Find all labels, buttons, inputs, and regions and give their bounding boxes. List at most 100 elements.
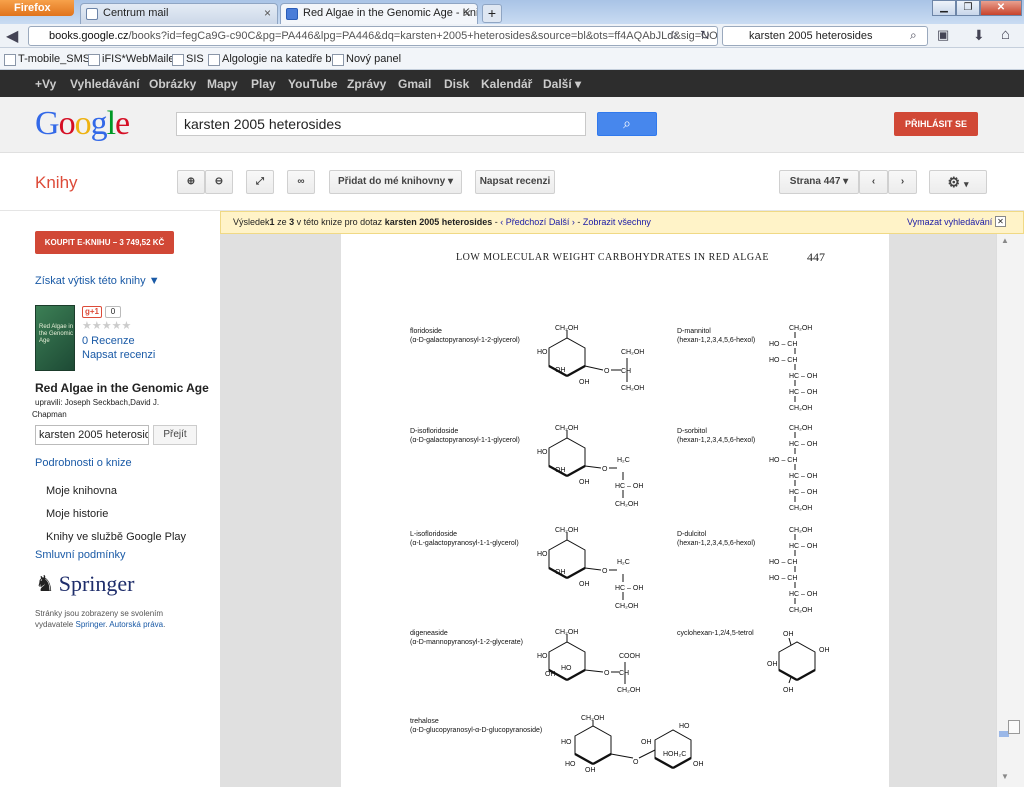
gbar-link[interactable]: Zprávy bbox=[347, 77, 386, 91]
my-library-link[interactable]: Moje knihovna bbox=[46, 485, 117, 497]
compound-label: D-sorbitol (hexan-1,2,3,4,5,6-hexol) bbox=[677, 427, 755, 445]
search-icon[interactable]: ⌕ bbox=[910, 28, 917, 43]
ch2oh-label: CH₂OH bbox=[621, 385, 644, 392]
add-to-library-button[interactable]: Přidat do mé knihovny ▾ bbox=[329, 170, 462, 194]
ch2oh-label: CH₂OH bbox=[555, 425, 578, 432]
close-window-icon[interactable]: ✕ bbox=[980, 0, 1022, 16]
gbar-link[interactable]: Vyhledávání bbox=[70, 77, 140, 91]
ch2oh-label: CH₂OH bbox=[555, 527, 578, 534]
oh-label: OH bbox=[783, 631, 794, 638]
fullscreen-icon[interactable]: ⤢ bbox=[246, 170, 274, 194]
google-search-button[interactable]: ⌕ bbox=[597, 112, 657, 136]
back-arrow-icon[interactable]: ◀ bbox=[6, 26, 18, 46]
prev-page-icon[interactable]: ‹ bbox=[859, 170, 888, 194]
my-history-link[interactable]: Moje historie bbox=[46, 508, 108, 520]
compound-formula: (α-D-mannopyranosyl-1-2-glycerate) bbox=[410, 639, 523, 646]
new-tab-button[interactable]: + bbox=[482, 4, 502, 23]
book-editors: upravili: Joseph Seckbach,David J. bbox=[35, 398, 160, 407]
scroll-up-icon[interactable]: ▲ bbox=[1001, 236, 1009, 245]
show-all-link[interactable]: Zobrazit všechny bbox=[583, 217, 651, 227]
cyclohexanetetrol-structure: OH OH OH OH bbox=[767, 631, 830, 694]
ho-label: HO bbox=[679, 723, 690, 730]
ch2oh-label: CH₂OH bbox=[789, 527, 812, 534]
tab-red-algae[interactable]: Red Algae in the Genomic Age - Knih... × bbox=[280, 3, 478, 24]
gbar-link[interactable]: +Vy bbox=[35, 77, 56, 91]
book-details-link[interactable]: Podrobnosti o knize bbox=[35, 457, 132, 469]
ch2oh-label: CH₂OH bbox=[617, 687, 640, 694]
minimize-icon[interactable]: ▁ bbox=[932, 0, 956, 16]
settings-button[interactable]: ⚙ ▾ bbox=[929, 170, 987, 194]
prev-result-link[interactable]: ‹ Předchozí bbox=[500, 217, 546, 227]
bookmark-item[interactable]: T-mobile_SMS bbox=[4, 53, 90, 66]
ho-label: HO bbox=[537, 449, 548, 456]
section-title[interactable]: Knihy bbox=[35, 173, 78, 193]
ho-label: HO bbox=[537, 551, 548, 558]
home-icon[interactable]: ⌂ bbox=[1001, 26, 1010, 43]
next-result-link[interactable]: Další › bbox=[549, 217, 575, 227]
go-button[interactable]: Přejít bbox=[153, 425, 197, 445]
gbar-link[interactable]: Další ▾ bbox=[543, 77, 581, 91]
in-book-search-input[interactable]: karsten 2005 heteroside bbox=[35, 425, 149, 445]
google-search-input[interactable]: karsten 2005 heterosides bbox=[176, 112, 586, 136]
scrollbar-thumb[interactable] bbox=[1008, 720, 1020, 734]
play-books-link[interactable]: Knihy ve službě Google Play bbox=[46, 531, 186, 543]
ch2oh-label: CH₂OH bbox=[555, 325, 578, 332]
publisher-logo[interactable]: ♞ Springer bbox=[35, 571, 135, 597]
zoom-out-icon[interactable]: ⊖ bbox=[205, 170, 233, 194]
bookmark-item[interactable]: SIS bbox=[172, 53, 204, 66]
bookmark-item[interactable]: Algologie na katedře b... bbox=[208, 53, 341, 66]
screen-icon[interactable]: ▣ bbox=[937, 27, 949, 43]
signin-button[interactable]: PŘIHLÁSIT SE bbox=[894, 112, 978, 136]
firefox-menu-button[interactable]: Firefox bbox=[0, 0, 74, 16]
reload-icon[interactable]: ↻ bbox=[700, 28, 710, 42]
bookmark-item[interactable]: iFIS*WebMailer bbox=[88, 53, 178, 66]
viewer-scrollbar[interactable]: ▲ ▼ bbox=[996, 234, 1024, 787]
bookmark-star-icon[interactable]: ☆ bbox=[668, 28, 679, 42]
buy-ebook-button[interactable]: KOUPIT E-KNIHU – 3 749,52 KČ bbox=[35, 231, 174, 254]
gbar-link[interactable]: Disk bbox=[444, 77, 469, 91]
write-review-button[interactable]: Napsat recenzi bbox=[475, 170, 555, 194]
ho-ch-label: HO – CH bbox=[769, 457, 797, 464]
books-toolbar: Knihy ⊕ ⊖ ⤢ ∞ Přidat do mé knihovny ▾ Na… bbox=[0, 153, 1024, 211]
o-label: O bbox=[602, 466, 608, 473]
link-icon[interactable]: ∞ bbox=[287, 170, 315, 194]
publisher-link[interactable]: Springer bbox=[75, 620, 105, 629]
gbar-link[interactable]: Kalendář bbox=[481, 77, 532, 91]
download-icon[interactable]: ⬇ bbox=[973, 27, 985, 44]
clear-search-link[interactable]: Vymazat vyhledávání bbox=[907, 217, 992, 227]
tab-close-icon[interactable]: × bbox=[464, 6, 471, 20]
zoom-in-icon[interactable]: ⊕ bbox=[177, 170, 205, 194]
scroll-down-icon[interactable]: ▼ bbox=[1001, 772, 1009, 781]
book-cover[interactable]: Red Algae in the Genomic Age bbox=[35, 305, 75, 371]
oh-label: OH bbox=[693, 761, 704, 768]
d-isofloridoside-structure: CH₂OH HO OH OH O H₂C HC – OH CH₂OH bbox=[537, 425, 643, 508]
tab-close-icon[interactable]: × bbox=[264, 6, 271, 20]
oh-label: OH bbox=[555, 569, 566, 576]
gbar-link[interactable]: Mapy bbox=[207, 77, 238, 91]
page-select-button[interactable]: Strana 447 ▾ bbox=[779, 170, 859, 194]
tab-centrum-mail[interactable]: Centrum mail × bbox=[80, 3, 278, 24]
url-bar[interactable]: books.google.cz/books?id=fegCa9G-c90C&pg… bbox=[28, 26, 718, 46]
maximize-icon[interactable]: ❐ bbox=[956, 0, 980, 16]
bookmark-item[interactable]: Nový panel bbox=[332, 53, 401, 66]
write-review-link[interactable]: Napsat recenzi bbox=[82, 349, 155, 361]
next-page-icon[interactable]: › bbox=[888, 170, 917, 194]
compound-formula: (hexan-1,2,3,4,5,6-hexol) bbox=[677, 337, 756, 344]
permission-note: Stránky jsou zobrazeny se svolením vydav… bbox=[35, 609, 166, 629]
chevron-down-icon: ▾ bbox=[963, 179, 969, 189]
close-results-icon[interactable]: ✕ bbox=[995, 216, 1006, 227]
gbar-link[interactable]: Play bbox=[251, 77, 276, 91]
google-logo[interactable]: Google bbox=[35, 105, 130, 143]
terms-link[interactable]: Smluvní podmínky bbox=[35, 549, 125, 561]
gbar-link[interactable]: Obrázky bbox=[149, 77, 196, 91]
gplus-button[interactable]: g+1 bbox=[82, 306, 102, 318]
gbar-link[interactable]: Gmail bbox=[398, 77, 431, 91]
reviews-link[interactable]: 0 Recenze bbox=[82, 335, 135, 347]
cover-text: Red Algae in the Genomic Age bbox=[39, 324, 74, 344]
publisher-name: Springer bbox=[58, 571, 135, 596]
get-print-copy-link[interactable]: Získat výtisk této knihy ▼ bbox=[35, 275, 160, 287]
copyright-link[interactable]: Autorská práva bbox=[109, 620, 163, 629]
gbar-link[interactable]: YouTube bbox=[288, 77, 338, 91]
browser-search-input[interactable]: karsten 2005 heterosides bbox=[722, 26, 928, 46]
compound-name: D-isofloridoside bbox=[410, 428, 459, 435]
